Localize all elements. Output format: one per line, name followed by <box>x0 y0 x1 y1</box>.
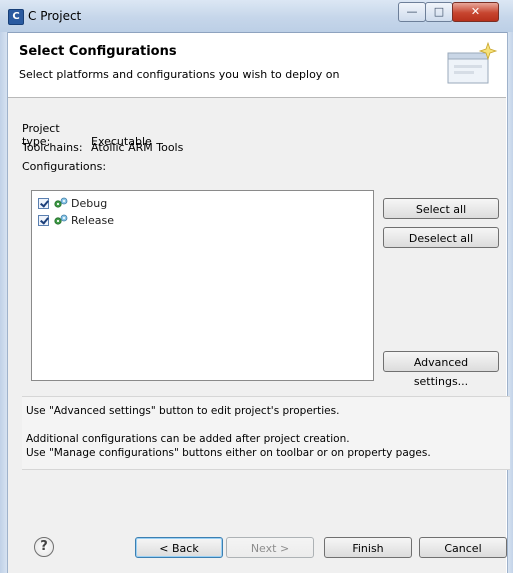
message-line-1: Use "Advanced settings" button to edit p… <box>26 405 340 417</box>
wizard-banner-icon <box>447 41 498 84</box>
close-button[interactable]: ✕ <box>452 2 499 22</box>
message-line-3: Use "Manage configurations" buttons eith… <box>26 447 431 459</box>
config-item-release[interactable]: Release <box>38 212 114 228</box>
gear-config-icon <box>54 197 68 208</box>
info-message-area: Use "Advanced settings" button to edit p… <box>22 396 510 470</box>
config-item-debug[interactable]: Debug <box>38 195 107 211</box>
gear-config-icon <box>54 214 68 225</box>
toolchains-label: Toolchains: <box>22 141 83 154</box>
app-icon: C <box>8 9 24 25</box>
config-name-debug: Debug <box>71 196 108 210</box>
page-description: Select platforms and configurations you … <box>19 68 340 81</box>
maximize-button[interactable]: □ <box>425 2 453 22</box>
cancel-button[interactable]: Cancel <box>419 537 507 558</box>
back-button[interactable]: < Back <box>135 537 223 558</box>
select-all-button[interactable]: Select all <box>383 198 499 219</box>
debug-checkbox[interactable] <box>38 197 49 209</box>
window-frame-left <box>0 32 8 573</box>
configurations-label: Configurations: <box>22 160 107 173</box>
toolchains-row: Toolchains: Atollic ARM Tools <box>22 141 183 154</box>
window-title: C Project <box>28 9 82 23</box>
release-checkbox[interactable] <box>38 214 49 226</box>
next-button[interactable]: Next > <box>226 537 314 558</box>
finish-button[interactable]: Finish <box>324 537 412 558</box>
advanced-settings-button[interactable]: Advanced settings... <box>383 351 499 388</box>
window-frame-right <box>507 32 513 573</box>
minimize-button[interactable]: — <box>398 2 426 22</box>
configurations-list[interactable]: Debug Release <box>31 190 374 381</box>
window-titlebar[interactable]: C C Project — □ ✕ <box>0 0 513 33</box>
deselect-all-button[interactable]: Deselect all <box>383 227 499 248</box>
toolchains-value: Atollic ARM Tools <box>91 141 184 154</box>
config-name-release: Release <box>71 213 114 227</box>
message-line-2: Additional configurations can be added a… <box>26 433 350 445</box>
page-title: Select Configurations <box>19 44 177 59</box>
help-icon[interactable]: ? <box>34 537 54 557</box>
wizard-header: Select Configurations Select platforms a… <box>8 33 506 98</box>
